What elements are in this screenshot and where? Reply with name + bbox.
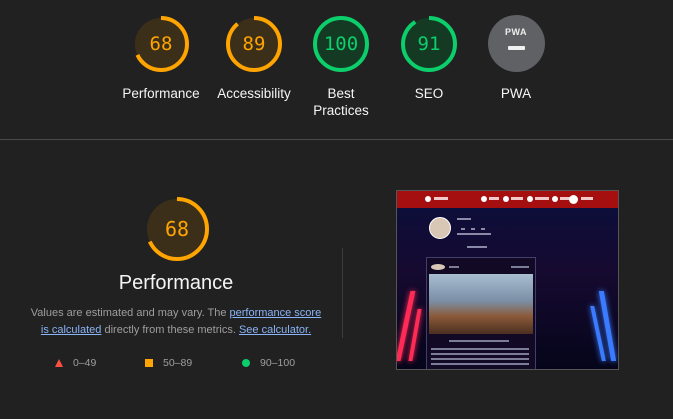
vertical-divider <box>342 248 343 338</box>
score-value: 100 <box>323 33 359 55</box>
thumb-post-avatar <box>431 264 445 270</box>
thumb-nav-text <box>581 197 593 200</box>
thumb-text-line <box>457 218 471 220</box>
thumb-text-line <box>431 348 529 350</box>
performance-score: 68 <box>164 217 190 241</box>
pass-circle-icon <box>242 359 250 367</box>
thumb-profile-avatar <box>429 217 451 239</box>
category-gauges: 68 Performance 89 Accessibility 100 Best… <box>0 0 673 139</box>
score-value: 68 <box>149 33 173 55</box>
legend-average: 50–89 <box>145 357 192 369</box>
performance-description: Values are estimated and may vary. The p… <box>26 305 326 339</box>
score-ring: 68 <box>132 15 190 73</box>
score-ring: 100 <box>312 15 370 73</box>
thumb-nav-text <box>434 197 448 200</box>
pwa-badge-text: PWA <box>504 27 527 37</box>
thumb-text-line <box>449 340 509 342</box>
legend-range: 0–49 <box>73 357 97 369</box>
thumb-nav-text <box>535 197 549 200</box>
pwa-badge-icon: PWA <box>487 15 545 72</box>
final-screenshot-thumbnail[interactable] <box>396 190 619 370</box>
thumb-neon-left <box>408 309 422 361</box>
thumb-nav-text <box>511 197 523 200</box>
thumb-text-line <box>461 228 465 230</box>
thumb-nav-text <box>489 197 499 200</box>
thumb-topbar <box>397 191 618 208</box>
score-value: 89 <box>242 33 266 55</box>
thumb-text-line <box>467 246 487 248</box>
see-calculator-link[interactable]: See calculator. <box>239 324 311 336</box>
performance-gauge: 68 <box>144 196 210 262</box>
thumb-nav-icon <box>425 196 431 202</box>
legend-fail: 0–49 <box>55 357 96 369</box>
section-divider <box>0 139 673 140</box>
thumb-text-line <box>511 266 529 268</box>
thumb-post-image <box>429 274 533 334</box>
thumb-text-line <box>449 266 459 268</box>
thumb-text-line <box>481 228 485 230</box>
thumb-text-line <box>431 358 529 360</box>
thumb-nav-icon <box>527 196 533 202</box>
thumb-text-line <box>431 363 529 365</box>
gauge-pwa[interactable]: PWA PWA <box>461 15 571 102</box>
thumb-post-card <box>426 257 536 369</box>
thumb-avatar-icon <box>569 195 578 204</box>
thumb-text-line <box>457 233 491 235</box>
legend-range: 50–89 <box>163 357 193 369</box>
score-value: 91 <box>417 33 441 55</box>
average-square-icon <box>145 359 153 367</box>
score-ring: 91 <box>400 15 458 73</box>
thumb-text-line <box>431 353 529 355</box>
performance-title: Performance <box>118 272 234 294</box>
thumb-nav-icon <box>503 196 509 202</box>
legend-pass: 90–100 <box>242 357 295 369</box>
legend-range: 90–100 <box>260 357 296 369</box>
score-ring: 89 <box>225 15 283 73</box>
thumb-nav-icon <box>481 196 487 202</box>
fail-triangle-icon <box>55 359 63 367</box>
thumb-text-line <box>471 228 475 230</box>
desc-prefix: Values are estimated and may vary. The <box>30 307 230 319</box>
gauge-label: PWA <box>500 86 532 101</box>
desc-middle: directly from these metrics. <box>101 324 239 336</box>
pwa-dash-icon <box>507 46 525 50</box>
thumb-nav-icon <box>552 196 558 202</box>
